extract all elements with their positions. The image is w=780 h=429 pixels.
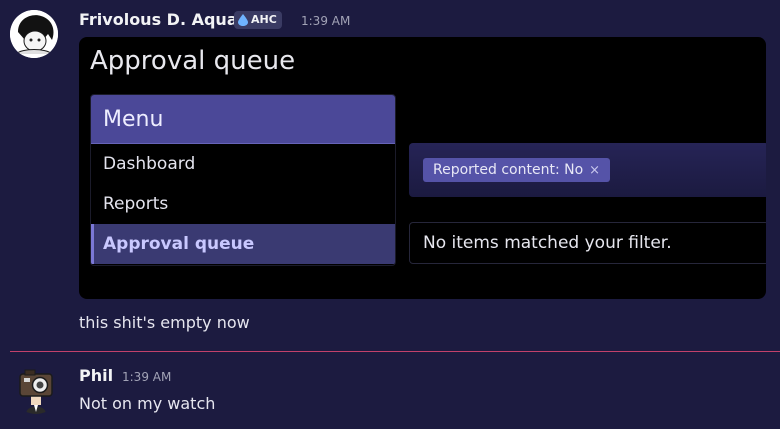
menu-item-reports[interactable]: Reports — [91, 184, 395, 224]
menu-item-dashboard[interactable]: Dashboard — [91, 144, 395, 184]
menu-item-approval-queue[interactable]: Approval queue — [91, 224, 395, 264]
server-tag-label: AHC — [251, 13, 277, 26]
message-phil: Phil 1:39 AM Not on my watch — [0, 352, 780, 429]
filter-chip-label: Reported content: No — [433, 162, 584, 178]
author-name[interactable]: Phil — [79, 366, 113, 385]
user-avatar[interactable] — [10, 10, 58, 58]
menu-header: Menu — [91, 95, 395, 144]
message-timestamp[interactable]: 1:39 AM — [301, 14, 350, 28]
empty-state-message: No items matched your filter. — [409, 222, 766, 264]
page-title: Approval queue — [90, 46, 296, 76]
droplet-icon — [238, 14, 248, 26]
avatar-camera-character-icon — [19, 369, 53, 414]
filter-bar: Reported content: No × — [409, 143, 766, 197]
image-attachment[interactable]: Approval queue Menu Dashboard Reports Ap… — [79, 37, 766, 299]
avatar-character-icon — [10, 10, 58, 58]
remove-filter-icon[interactable]: × — [589, 163, 600, 178]
sidebar-menu: Menu Dashboard Reports Approval queue — [90, 94, 396, 266]
message-text: this shit's empty now — [79, 313, 250, 332]
user-avatar[interactable] — [12, 366, 60, 414]
message-frivolous: Frivolous D. Aqua AHC 1:39 AM Approval q… — [0, 0, 780, 340]
filter-chip[interactable]: Reported content: No × — [423, 158, 611, 182]
server-tag[interactable]: AHC — [234, 11, 282, 29]
message-timestamp[interactable]: 1:39 AM — [122, 370, 171, 384]
author-name[interactable]: Frivolous D. Aqua — [79, 10, 238, 29]
message-text: Not on my watch — [79, 394, 216, 413]
